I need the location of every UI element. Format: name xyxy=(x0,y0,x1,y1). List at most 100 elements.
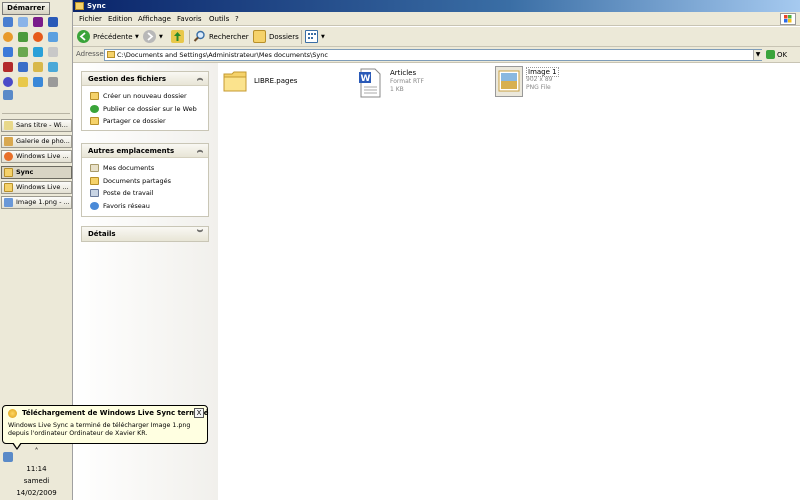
app-icon[interactable] xyxy=(33,77,43,87)
task-button-active[interactable]: Sync xyxy=(1,166,72,179)
panel-header[interactable]: Gestion des fichiers ︽ xyxy=(82,72,208,86)
image-icon xyxy=(4,198,13,207)
messenger-icon[interactable] xyxy=(18,17,28,27)
menu-edition[interactable]: Edition xyxy=(108,13,132,25)
collapse-chevron-icon[interactable]: ︽ xyxy=(195,74,205,84)
forward-dropdown-icon[interactable]: ▼ xyxy=(159,30,163,44)
app-icon[interactable] xyxy=(18,32,28,42)
app-icon[interactable] xyxy=(48,77,58,87)
app-icon[interactable] xyxy=(48,62,58,72)
file-type: PNG File xyxy=(526,84,551,91)
firefox-icon[interactable] xyxy=(3,32,13,42)
toolbar: Précédente ▼ ▼ Rechercher Dossiers ▼ xyxy=(73,27,800,47)
panel-header[interactable]: Détails ︾ xyxy=(82,227,208,241)
task-button[interactable]: Galerie de pho... xyxy=(1,135,72,148)
file-item[interactable]: W Articles Format RTF 1 KB xyxy=(358,68,468,100)
back-dropdown-icon[interactable]: ▼ xyxy=(135,30,139,44)
go-button[interactable]: OK xyxy=(766,49,796,61)
task-button[interactable]: Windows Live ... xyxy=(1,150,72,163)
go-icon xyxy=(766,50,775,59)
svg-text:W: W xyxy=(361,74,371,84)
file-type: Format RTF xyxy=(390,78,424,85)
panel-title: Autres emplacements xyxy=(88,147,175,155)
forward-button[interactable]: ▼ xyxy=(143,30,165,44)
ie-icon[interactable] xyxy=(3,17,13,27)
app-icon[interactable] xyxy=(33,17,43,27)
search-button[interactable]: Rechercher xyxy=(193,30,251,44)
folder-icon xyxy=(223,69,248,95)
app-icon[interactable] xyxy=(48,47,58,57)
menu-affichage[interactable]: Affichage xyxy=(138,13,171,25)
word-icon[interactable] xyxy=(48,17,58,27)
app-icon[interactable] xyxy=(33,62,43,72)
task-label: Windows Live ... xyxy=(16,152,69,160)
link-shared-documents[interactable]: Documents partagés xyxy=(82,175,208,188)
folder-icon xyxy=(107,51,115,58)
app-icon[interactable] xyxy=(18,47,28,57)
sync-icon[interactable] xyxy=(3,90,13,100)
address-input[interactable]: C:\Documents and Settings\Administrateur… xyxy=(104,49,762,61)
panel-header[interactable]: Autres emplacements ︽ xyxy=(82,144,208,158)
clock-time: 11:14 xyxy=(26,465,47,473)
menu-help[interactable]: ? xyxy=(235,13,239,25)
app-icon[interactable] xyxy=(33,47,43,57)
balloon-tail-inner xyxy=(13,442,21,448)
network-icon xyxy=(90,201,99,210)
up-button[interactable] xyxy=(171,30,187,44)
address-dropdown-icon[interactable]: ▼ xyxy=(753,50,762,60)
link-network-places[interactable]: Favoris réseau xyxy=(82,200,208,213)
tray-expand-icon[interactable]: ˄ xyxy=(0,447,73,456)
link-share-folder[interactable]: Partager ce dossier xyxy=(82,115,208,128)
system-tray: ˄ 11:14 samedi 14/02/2009 xyxy=(0,440,73,500)
new-folder-icon xyxy=(90,92,99,100)
link-new-folder[interactable]: Créer un nouveau dossier xyxy=(82,90,208,103)
clock-date: 14/02/2009 xyxy=(16,489,57,497)
file-item[interactable]: Image 1 902 x 89 PNG File xyxy=(495,66,605,98)
app-icon[interactable] xyxy=(18,62,28,72)
link-publish-web[interactable]: Publier ce dossier sur le Web xyxy=(82,103,208,116)
title-bar[interactable]: Sync xyxy=(73,0,800,12)
clock-day: samedi xyxy=(23,477,50,485)
app-icon[interactable] xyxy=(3,77,13,87)
image-dimensions: 902 x 89 xyxy=(526,76,553,83)
panel-title: Détails xyxy=(88,230,116,238)
forward-arrow-icon xyxy=(143,30,156,43)
folders-icon xyxy=(253,30,266,43)
go-label: OK xyxy=(777,51,788,59)
back-button[interactable]: Précédente ▼ xyxy=(77,30,141,44)
word-document-icon: W xyxy=(358,68,382,100)
collapse-chevron-icon[interactable]: ︽ xyxy=(195,146,205,156)
folder-icon xyxy=(4,183,13,192)
menu-bar: Fichier Edition Affichage Favoris Outils… xyxy=(73,12,800,26)
app-icon[interactable] xyxy=(48,32,58,42)
views-dropdown-icon[interactable]: ▼ xyxy=(321,30,325,44)
flash-icon[interactable] xyxy=(3,62,13,72)
search-icon xyxy=(193,30,206,43)
task-label: Galerie de pho... xyxy=(16,137,70,145)
folders-button[interactable]: Dossiers xyxy=(253,30,301,44)
link-my-documents[interactable]: Mes documents xyxy=(82,162,208,175)
close-icon[interactable]: X xyxy=(194,408,204,418)
task-button[interactable]: Sans titre - Wi... xyxy=(1,119,72,132)
menu-favoris[interactable]: Favoris xyxy=(177,13,202,25)
folder-icon xyxy=(75,2,84,10)
task-label: Windows Live ... xyxy=(16,183,69,191)
views-button[interactable]: ▼ xyxy=(305,30,327,44)
notification-balloon[interactable]: Téléchargement de Windows Live Sync term… xyxy=(2,405,209,444)
expand-chevron-icon[interactable]: ︾ xyxy=(195,229,205,239)
task-button[interactable]: Image 1.png - ... xyxy=(1,196,72,209)
menu-fichier[interactable]: Fichier xyxy=(79,13,102,25)
photo-gallery-icon xyxy=(4,137,13,146)
task-button[interactable]: Windows Live ... xyxy=(1,181,72,194)
app-icon[interactable] xyxy=(3,47,13,57)
link-my-computer[interactable]: Poste de travail xyxy=(82,187,208,200)
file-item[interactable]: LIBRE.pages xyxy=(223,68,333,98)
back-arrow-icon xyxy=(77,30,90,43)
start-button[interactable]: Démarrer xyxy=(2,2,50,15)
menu-outils[interactable]: Outils xyxy=(209,13,229,25)
link-label: Favoris réseau xyxy=(103,201,150,210)
firefox-icon[interactable] xyxy=(33,32,43,42)
divider xyxy=(2,113,70,114)
task-label: Image 1.png - ... xyxy=(16,198,70,206)
app-icon[interactable] xyxy=(18,77,28,87)
